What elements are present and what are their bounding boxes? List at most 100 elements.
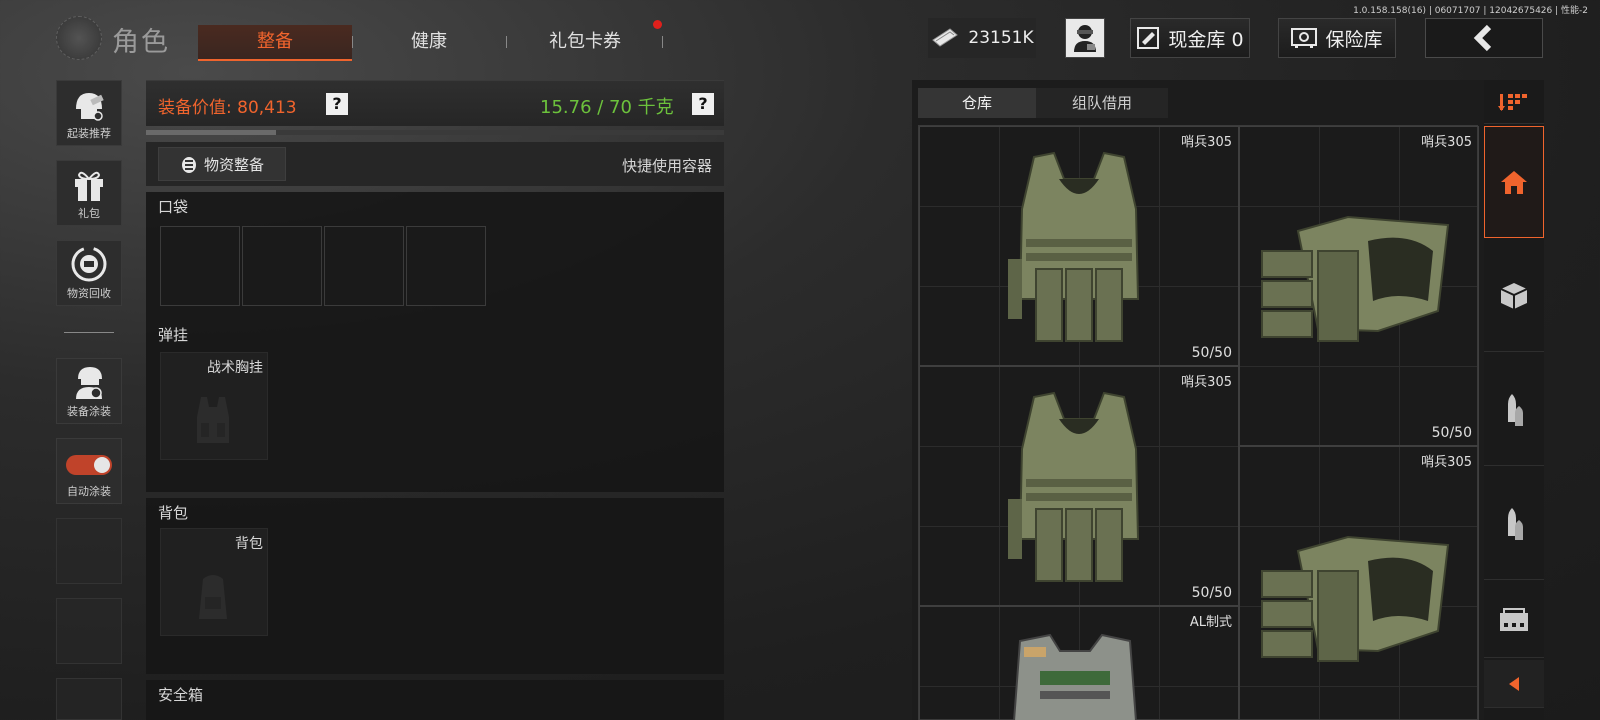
warehouse-grid[interactable]: 哨兵305 50/50 哨兵305 50/50 哨兵305 50/50 哨兵30… [918,125,1479,720]
ammo-icon [1508,393,1523,426]
chest-rig-slot[interactable]: 战术胸挂 [160,352,268,460]
safe-box-section: 安全箱 [146,680,724,720]
weight-progress-fill [146,130,277,135]
sidebar-empty-slot [56,518,122,584]
ammo-icon [1508,507,1523,540]
tactical-vest-side-icon [1261,215,1450,342]
filter-ammo-button[interactable] [1484,354,1544,466]
supply-prep-label: 物资整备 [203,155,264,174]
banknote-icon [932,28,959,47]
tab-divider [662,36,663,48]
item-durability: 50/50 [1191,585,1232,601]
weight-progress-bar [146,130,724,135]
tab-team-borrow[interactable]: 组队借用 [1036,88,1168,118]
filter-containers-button[interactable] [1484,240,1544,352]
inventory-item[interactable]: 哨兵305 [1239,446,1479,720]
home-icon [1501,171,1527,194]
tab-loadout[interactable]: 整备 [198,25,352,61]
pocket-slot[interactable] [160,226,240,306]
helmet-recommend-icon [76,93,104,121]
weight-help-button[interactable]: ? [692,93,714,115]
item-durability: 50/50 [1191,345,1232,361]
item-name: 哨兵305 [1181,375,1232,390]
insurance-vault-button[interactable]: 保险库 [1278,18,1396,58]
tactical-vest-front-icon [1008,151,1140,342]
backpack-title: 背包 [158,504,189,522]
chest-rig-placeholder-icon [197,397,229,443]
tab-warehouse[interactable]: 仓库 [918,88,1036,118]
sidebar-item-label: 礼包 [78,207,100,220]
sidebar-item-label: 装备涂装 [67,405,111,418]
backpack-slot-label: 背包 [235,536,263,552]
value-help-button[interactable]: ? [326,93,348,115]
equipment-value: 装备价值: 80,413 [158,98,297,118]
tab-health[interactable]: 健康 [352,25,506,61]
filter-cases-button[interactable] [1484,582,1544,658]
backpack-placeholder-icon [199,575,227,619]
sidebar-item-auto-paint[interactable]: 自动涂装 [56,438,122,504]
operator-profile-button[interactable] [1065,18,1105,58]
pocket-section: 口袋 弹挂 战术胸挂 [146,192,724,492]
collapse-rail-button[interactable] [1484,660,1544,708]
operator-paint-icon [76,367,102,399]
tactical-vest-front-icon [1008,391,1140,582]
backpack-slot[interactable]: 背包 [160,528,268,636]
page-title: 角色 [112,27,170,58]
safe-box-title: 安全箱 [158,686,204,704]
sidebar-empty-slot [56,678,122,720]
sort-icon [1498,93,1527,111]
sidebar-divider [64,332,114,333]
inventory-filter-rail [1484,80,1544,720]
item-durability: 50/50 [1431,425,1472,441]
item-name: 哨兵305 [1421,455,1472,470]
pocket-title: 口袋 [158,198,189,216]
sidebar-item-label: 自动涂装 [67,485,111,498]
sidebar-empty-slot [56,598,122,664]
sort-button[interactable] [1484,80,1544,124]
pocket-slot[interactable] [406,226,486,306]
tab-divider [506,36,507,48]
loadout-summary-bar: 装备价值: 80,413 ? 15.76 / 70 千克 ? [146,80,724,126]
cash-vault-icon [1137,27,1160,49]
filter-ammo-button[interactable] [1484,468,1544,580]
currency-display[interactable]: 23151K [928,18,1036,58]
auto-paint-toggle[interactable] [66,455,112,475]
tab-gift-coupons[interactable]: 礼包卡券 [508,25,662,61]
container-icon [1500,607,1528,631]
inventory-tabs: 仓库 组队借用 [918,88,1168,118]
al-vest-icon [1013,633,1137,720]
item-name: AL制式 [1189,615,1232,630]
sidebar-item-starter-loadout[interactable]: 起装推荐 [56,80,122,146]
safe-icon [1291,28,1318,48]
chest-rig-title: 弹挂 [158,326,189,344]
inventory-item[interactable]: 哨兵305 50/50 [919,126,1239,366]
pocket-slot[interactable] [242,226,322,306]
supply-toolbar: 物资整备 快捷使用容器 [146,142,724,186]
inventory-item[interactable]: 哨兵305 50/50 [919,366,1239,606]
sidebar-item-label: 物资回收 [67,287,111,300]
supply-prep-button[interactable]: 物资整备 [158,147,286,181]
carry-weight: 15.76 / 70 千克 [540,97,674,118]
supply-icon [181,157,196,173]
filter-all-button[interactable] [1484,126,1544,238]
sidebar-item-recycle[interactable]: 物资回收 [56,240,122,306]
insurance-vault-label: 保险库 [1325,28,1383,51]
gift-icon [75,171,103,201]
box-icon [1500,282,1528,309]
character-emblem-icon [56,16,102,60]
cash-vault-label: 现金库 0 [1168,28,1244,51]
inventory-item[interactable]: 哨兵305 50/50 [1239,126,1479,446]
sidebar-item-gift[interactable]: 礼包 [56,160,122,226]
inventory-item[interactable]: AL制式 [919,606,1239,720]
item-name: 哨兵305 [1421,135,1472,150]
sidebar-item-equipment-paint[interactable]: 装备涂装 [56,358,122,424]
recycle-icon [71,246,107,282]
backpack-section: 背包 背包 [146,498,724,674]
pocket-slot[interactable] [324,226,404,306]
tactical-vest-side-icon [1261,535,1450,662]
item-name: 哨兵305 [1181,135,1232,150]
back-button[interactable] [1425,18,1543,58]
cash-vault-button[interactable]: 现金库 0 [1130,18,1250,58]
money-amount: 23151K [968,28,1034,48]
quick-use-container-link[interactable]: 快捷使用容器 [622,155,712,176]
